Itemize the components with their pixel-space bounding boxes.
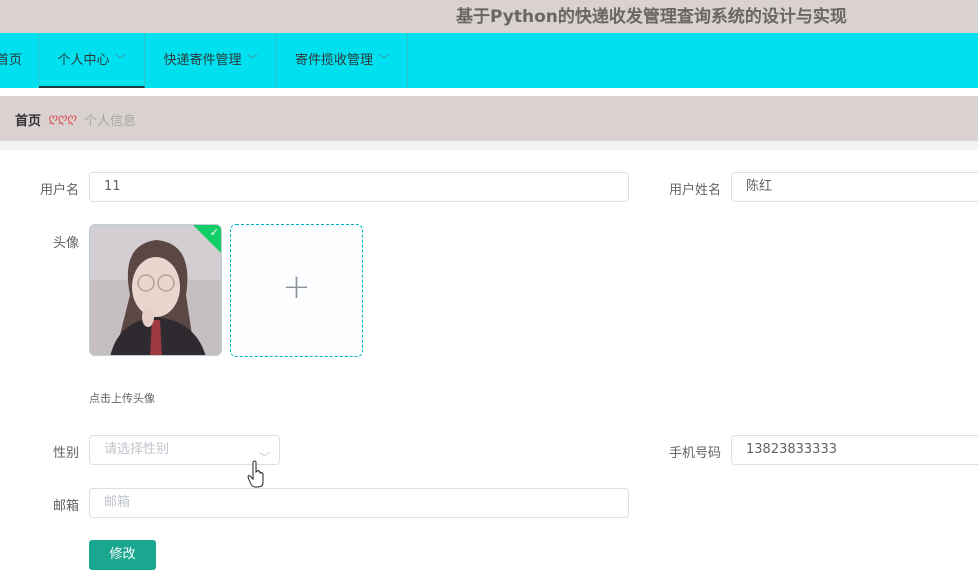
avatar-upload-hint: 点击上传头像 [89,392,155,405]
realname-field[interactable]: 陈红 [731,172,978,202]
avatar-upload-button[interactable]: + [230,224,363,357]
nav-item-profile[interactable]: 个人中心 ﹀ [39,33,145,88]
avatar-label: 头像 [52,236,79,251]
submit-button[interactable]: 修改 [89,540,156,570]
header-bar: 基于Python的快递收发管理查询系统的设计与实现 [0,0,978,33]
gender-placeholder: 请选择性别 [104,442,170,457]
email-field[interactable]: 邮箱 [89,488,629,518]
breadcrumb-current: 个人信息 [84,114,137,129]
nav-item-label: 个人中心 [57,53,110,68]
avatar-photo [90,225,221,355]
chevron-down-icon: ﹀ [247,55,258,66]
nav-item-pickup[interactable]: 寄件揽收管理 ﹀ [277,33,408,88]
email-label: 邮箱 [52,499,79,514]
nav-item-home[interactable]: 首页 [0,33,39,88]
realname-label: 用户姓名 [668,183,721,198]
nav-item-label: 首页 [0,53,23,68]
gender-label: 性别 [52,446,79,461]
breadcrumb-home[interactable]: 首页 [15,110,41,129]
nav-item-shipping[interactable]: 快递寄件管理 ﹀ [145,33,277,88]
chevron-down-icon: ﹀ [115,55,126,66]
breadcrumb-separator: ღღღ [48,111,77,125]
chevron-down-icon: ﹀ [379,55,389,66]
check-icon: ✓ [209,226,219,239]
top-nav: 首页 个人中心 ﹀ 快递寄件管理 ﹀ 寄件揽收管理 ﹀ [0,33,978,88]
username-label: 用户名 [39,183,79,198]
phone-label: 手机号码 [668,446,721,461]
plus-icon: + [282,267,311,307]
phone-field[interactable]: 13823833333 [731,435,978,465]
divider [0,141,978,150]
username-field[interactable]: 11 [89,172,629,202]
nav-item-label: 快递寄件管理 [163,53,242,68]
avatar-image[interactable]: ✓ [89,224,222,356]
breadcrumb: 首页 ღღღ 个人信息 [0,96,978,141]
nav-item-label: 寄件揽收管理 [294,53,373,68]
hand-cursor-icon [247,460,264,488]
app-title: 基于Python的快递收发管理查询系统的设计与实现 [456,7,847,27]
